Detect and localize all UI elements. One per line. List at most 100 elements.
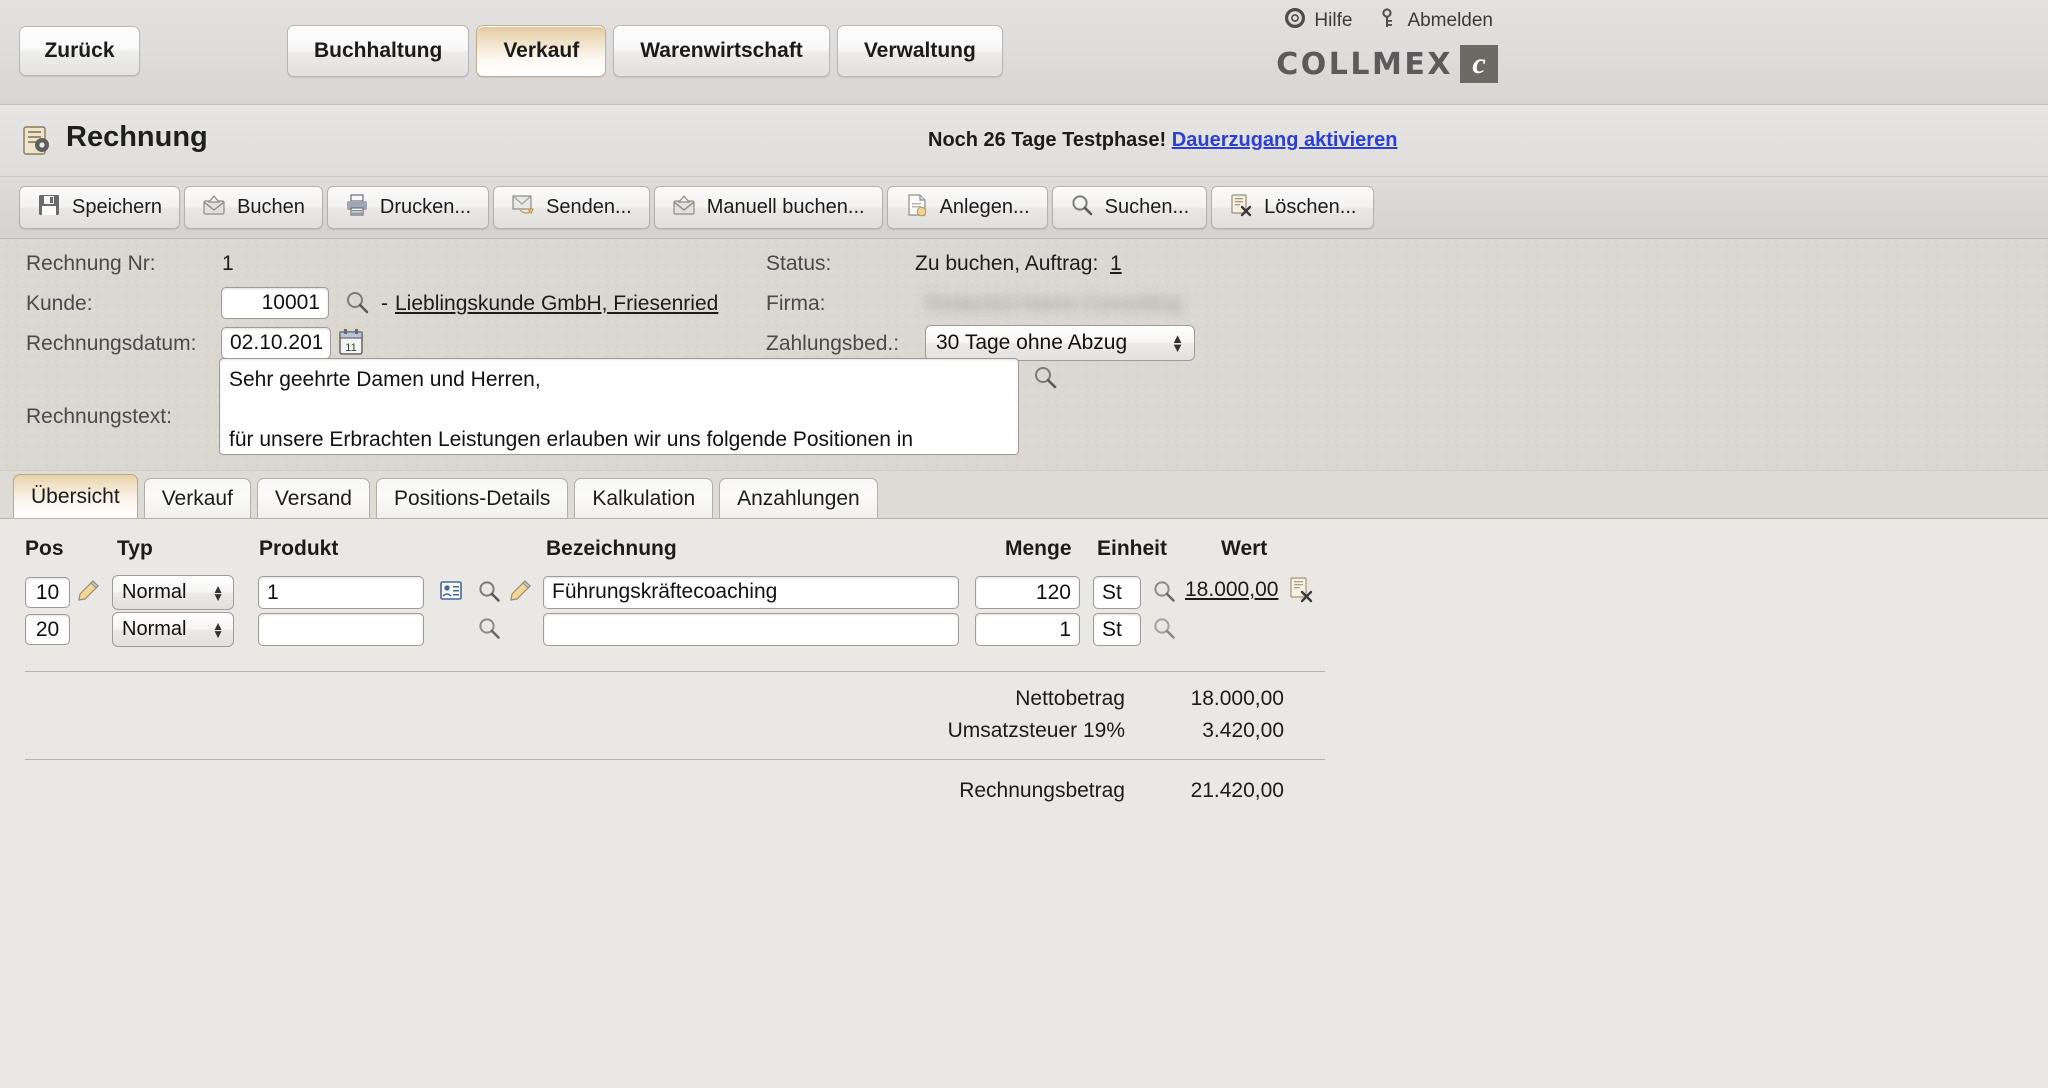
- send-icon: [511, 193, 535, 223]
- tab-kalkulation-label: Kalkulation: [592, 486, 696, 510]
- post-button[interactable]: Buchen: [184, 186, 323, 229]
- tab-versand[interactable]: Versand: [256, 478, 370, 518]
- nav-module-warenwirtschaft[interactable]: Warenwirtschaft: [613, 25, 830, 77]
- invoice-number-label: Rechnung Nr:: [26, 252, 156, 275]
- row-10-contact-card-icon[interactable]: [440, 581, 462, 606]
- page-title: Rechnung: [66, 121, 208, 153]
- invoice-date-label: Rechnungsdatum:: [26, 332, 197, 355]
- row-10-pos-input[interactable]: [25, 577, 70, 608]
- save-button-label: Speichern: [72, 196, 163, 218]
- nav-module-verkauf[interactable]: Verkauf: [476, 25, 607, 77]
- chevron-updown-icon: ▲ ▼: [1171, 331, 1184, 355]
- utility-links: Hilfe Abmelden: [1285, 8, 1493, 34]
- invoice-number-value: 1: [222, 252, 234, 275]
- post-manual-icon: [672, 193, 696, 223]
- tab-uebersicht-label: Übersicht: [31, 484, 120, 508]
- row-20-menge-input[interactable]: [975, 613, 1080, 646]
- customer-number-input[interactable]: [221, 287, 329, 319]
- invoice-total-value: 21.420,00: [1190, 779, 1284, 802]
- help-link[interactable]: Hilfe: [1285, 8, 1352, 34]
- row-20-typ-select[interactable]: Normal ▲ ▼: [112, 612, 234, 647]
- tab-verkauf[interactable]: Verkauf: [143, 478, 251, 518]
- company-label: Firma:: [766, 292, 826, 315]
- invoice-text-textarea[interactable]: [219, 358, 1019, 455]
- invoice-date-input[interactable]: [221, 327, 331, 359]
- post-manual-button-label: Manuell buchen...: [706, 196, 865, 218]
- invoice-text-search-icon[interactable]: [1032, 364, 1058, 395]
- nav-module-warenwirtschaft-label: Warenwirtschaft: [640, 39, 803, 62]
- status-label: Status:: [766, 252, 832, 275]
- tab-uebersicht[interactable]: Übersicht: [13, 474, 138, 518]
- help-icon: [1285, 8, 1306, 34]
- status-value: Zu buchen, Auftrag:: [915, 252, 1099, 275]
- save-button[interactable]: Speichern: [19, 186, 181, 229]
- column-header-wert: Wert: [1221, 537, 1268, 560]
- nav-module-buchhaltung[interactable]: Buchhaltung: [287, 25, 470, 77]
- row-10-product-edit-pencil-icon[interactable]: [508, 579, 532, 610]
- tab-kalkulation[interactable]: Kalkulation: [574, 478, 714, 518]
- invoice-text-label: Rechnungstext:: [26, 405, 172, 428]
- logout-link[interactable]: Abmelden: [1380, 8, 1493, 34]
- search-icon: [1070, 193, 1094, 223]
- send-button[interactable]: Senden...: [493, 186, 650, 229]
- post-button-label: Buchen: [237, 196, 305, 218]
- row-10-typ-value: Normal: [122, 581, 187, 603]
- totals-separator-line: [25, 759, 1325, 760]
- module-nav-group: Buchhaltung Verkauf Warenwirtschaft Verw…: [287, 25, 1010, 77]
- nav-module-verkauf-label: Verkauf: [503, 39, 580, 62]
- calendar-icon[interactable]: 11: [338, 328, 364, 361]
- nav-module-verwaltung[interactable]: Verwaltung: [836, 25, 1003, 77]
- row-10-typ-select[interactable]: Normal ▲ ▼: [112, 575, 234, 610]
- key-icon: [1380, 8, 1398, 34]
- top-navigation-bar: Zurück Buchhaltung Verkauf Warenwirtscha…: [0, 0, 2048, 105]
- help-link-label: Hilfe: [1314, 10, 1353, 31]
- row-10-wert-link[interactable]: 18.000,00: [1185, 578, 1278, 602]
- collmex-logo-mark: c: [1460, 45, 1498, 83]
- row-10-einheit-search-icon[interactable]: [1152, 579, 1176, 610]
- post-manual-button[interactable]: Manuell buchen...: [653, 186, 883, 229]
- tab-anzahlungen[interactable]: Anzahlungen: [719, 478, 878, 518]
- row-10-product-search-icon[interactable]: [477, 579, 501, 610]
- trial-notice-text: Noch 26 Tage Testphase!: [928, 129, 1167, 151]
- post-icon: [202, 193, 226, 223]
- print-button[interactable]: Drucken...: [326, 186, 490, 229]
- company-value: Redacted Name Consulting: [925, 292, 1182, 315]
- column-header-typ: Typ: [117, 537, 153, 560]
- payment-terms-select-value: 30 Tage ohne Abzug: [936, 331, 1128, 354]
- activate-permanent-access-link[interactable]: Dauerzugang aktivieren: [1172, 129, 1398, 151]
- row-10-menge-input[interactable]: [975, 576, 1080, 609]
- create-button[interactable]: Anlegen...: [886, 186, 1048, 229]
- order-number-link[interactable]: 1: [1110, 252, 1122, 276]
- invoice-header-form: Rechnung Nr: 1 Kunde: - Lieblingskunde G…: [0, 239, 2048, 471]
- row-20-einheit-search-icon[interactable]: [1152, 616, 1176, 647]
- tab-anzahlungen-label: Anzahlungen: [737, 486, 860, 510]
- action-toolbar: Speichern Buchen Drucken... Senden... Ma…: [0, 177, 2048, 239]
- search-button[interactable]: Suchen...: [1051, 186, 1208, 229]
- column-header-pos: Pos: [25, 537, 64, 560]
- customer-search-icon[interactable]: [344, 289, 370, 320]
- svg-text:11: 11: [345, 342, 356, 354]
- row-10-delete-icon[interactable]: [1288, 577, 1314, 608]
- create-button-label: Anlegen...: [939, 196, 1030, 218]
- invoice-icon: [20, 125, 54, 157]
- row-10-bezeichnung-input[interactable]: [543, 576, 959, 609]
- row-20-pos-input[interactable]: [25, 614, 70, 645]
- print-button-label: Drucken...: [379, 196, 472, 218]
- row-20-bezeichnung-input[interactable]: [543, 613, 959, 646]
- row-20-einheit-input[interactable]: [1093, 613, 1141, 646]
- row-20-produkt-input[interactable]: [258, 613, 424, 646]
- net-amount-label: Nettobetrag: [1015, 687, 1125, 710]
- row-10-produkt-input[interactable]: [258, 576, 424, 609]
- row-20-product-search-icon[interactable]: [477, 616, 501, 647]
- delete-button[interactable]: Löschen...: [1211, 186, 1375, 229]
- tab-positions-details[interactable]: Positions-Details: [375, 478, 569, 518]
- net-amount-value: 18.000,00: [1190, 687, 1284, 710]
- chevron-updown-icon: ▲ ▼: [212, 581, 224, 604]
- payment-terms-select[interactable]: 30 Tage ohne Abzug ▲ ▼: [925, 325, 1195, 361]
- logout-link-label: Abmelden: [1407, 10, 1493, 31]
- back-button[interactable]: Zurück: [19, 26, 140, 76]
- customer-name-link[interactable]: Lieblingskunde GmbH, Friesenried: [395, 292, 718, 316]
- save-icon: [37, 193, 61, 223]
- row-10-edit-pencil-icon[interactable]: [76, 579, 100, 610]
- row-10-einheit-input[interactable]: [1093, 576, 1141, 609]
